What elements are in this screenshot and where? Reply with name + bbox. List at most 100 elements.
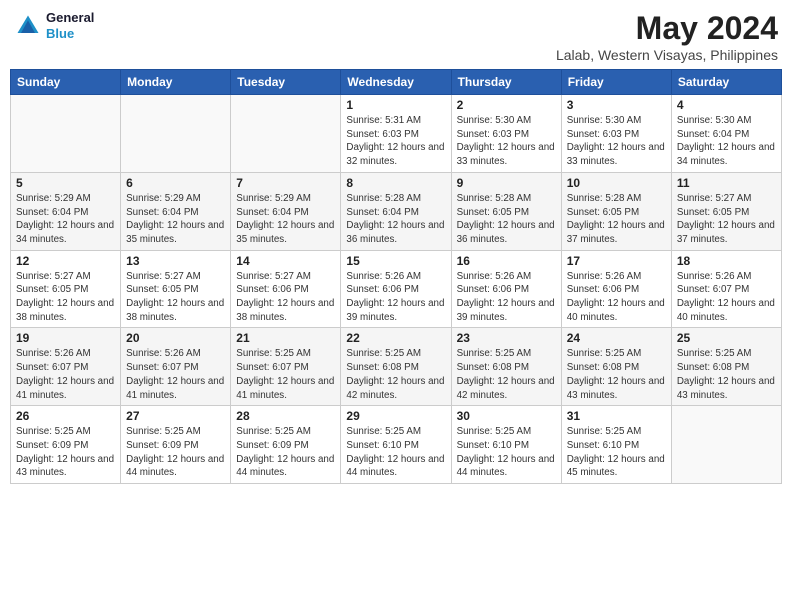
day-info: Sunrise: 5:26 AM Sunset: 6:07 PM Dayligh…: [677, 270, 776, 325]
day-number: 7: [236, 176, 335, 190]
calendar-cell: 31Sunrise: 5:25 AM Sunset: 6:10 PM Dayli…: [561, 406, 671, 484]
calendar-cell: 28Sunrise: 5:25 AM Sunset: 6:09 PM Dayli…: [231, 406, 341, 484]
day-number: 18: [677, 254, 776, 268]
day-info: Sunrise: 5:27 AM Sunset: 6:06 PM Dayligh…: [236, 270, 335, 325]
weekday-header: Monday: [121, 70, 231, 95]
day-number: 20: [126, 331, 225, 345]
calendar-cell: 26 Sunrise: 5:25 AM Sunset: 6:09 PM Dayli…: [11, 406, 121, 484]
day-number: 15: [346, 254, 445, 268]
day-number: 13: [126, 254, 225, 268]
weekday-header: Saturday: [671, 70, 781, 95]
calendar-cell: [671, 406, 781, 484]
page-subtitle: Lalab, Western Visayas, Philippines: [556, 47, 778, 63]
day-number: 30: [457, 409, 556, 423]
calendar-cell: 27Sunrise: 5:25 AM Sunset: 6:09 PM Dayli…: [121, 406, 231, 484]
weekday-header: Tuesday: [231, 70, 341, 95]
day-number: 1: [346, 98, 445, 112]
calendar-cell: 6Sunrise: 5:29 AM Sunset: 6:04 PM Daylig…: [121, 172, 231, 250]
calendar-week-row: 12 Sunrise: 5:27 AM Sunset: 6:05 PM Dayli…: [11, 250, 782, 328]
weekday-header-row: SundayMondayTuesdayWednesdayThursdayFrid…: [11, 70, 782, 95]
day-number: 28: [236, 409, 335, 423]
weekday-header: Thursday: [451, 70, 561, 95]
day-info: Sunrise: 5:25 AM Sunset: 6:10 PM Dayligh…: [346, 425, 445, 480]
day-info: Sunrise: 5:25 AM Sunset: 6:10 PM Dayligh…: [457, 425, 556, 480]
calendar-cell: 29 Sunrise: 5:25 AM Sunset: 6:10 PM Dayli…: [341, 406, 451, 484]
calendar-cell: 7 Sunrise: 5:29 AM Sunset: 6:04 PM Daylig…: [231, 172, 341, 250]
day-info: Sunrise: 5:25 AM Sunset: 6:07 PM Dayligh…: [236, 347, 335, 402]
title-block: May 2024 Lalab, Western Visayas, Philipp…: [556, 10, 778, 63]
day-info: Sunrise: 5:25 AM Sunset: 6:09 PM Dayligh…: [16, 425, 115, 480]
calendar-table: SundayMondayTuesdayWednesdayThursdayFrid…: [10, 69, 782, 484]
calendar-cell: 15 Sunrise: 5:26 AM Sunset: 6:06 PM Dayli…: [341, 250, 451, 328]
day-number: 17: [567, 254, 666, 268]
day-number: 14: [236, 254, 335, 268]
day-info: Sunrise: 5:27 AM Sunset: 6:05 PM Dayligh…: [16, 270, 115, 325]
calendar-cell: [231, 95, 341, 173]
day-number: 19: [16, 331, 115, 345]
day-info: Sunrise: 5:29 AM Sunset: 6:04 PM Dayligh…: [16, 192, 115, 247]
calendar-cell: 1 Sunrise: 5:31 AM Sunset: 6:03 PM Daylig…: [341, 95, 451, 173]
day-number: 27: [126, 409, 225, 423]
calendar-cell: 30 Sunrise: 5:25 AM Sunset: 6:10 PM Dayli…: [451, 406, 561, 484]
day-info: Sunrise: 5:29 AM Sunset: 6:04 PM Dayligh…: [236, 192, 335, 247]
day-info: Sunrise: 5:26 AM Sunset: 6:06 PM Dayligh…: [567, 270, 666, 325]
day-number: 29: [346, 409, 445, 423]
day-info: Sunrise: 5:26 AM Sunset: 6:07 PM Dayligh…: [16, 347, 115, 402]
calendar-cell: 8 Sunrise: 5:28 AM Sunset: 6:04 PM Daylig…: [341, 172, 451, 250]
day-info: Sunrise: 5:30 AM Sunset: 6:03 PM Dayligh…: [567, 114, 666, 169]
day-info: Sunrise: 5:30 AM Sunset: 6:03 PM Dayligh…: [457, 114, 556, 169]
day-number: 6: [126, 176, 225, 190]
day-number: 3: [567, 98, 666, 112]
day-number: 8: [346, 176, 445, 190]
day-number: 11: [677, 176, 776, 190]
day-number: 23: [457, 331, 556, 345]
calendar-cell: 22Sunrise: 5:25 AM Sunset: 6:08 PM Dayli…: [341, 328, 451, 406]
weekday-header: Friday: [561, 70, 671, 95]
calendar-cell: 9 Sunrise: 5:28 AM Sunset: 6:05 PM Daylig…: [451, 172, 561, 250]
calendar-cell: 5Sunrise: 5:29 AM Sunset: 6:04 PM Daylig…: [11, 172, 121, 250]
weekday-header: Sunday: [11, 70, 121, 95]
day-number: 21: [236, 331, 335, 345]
calendar-cell: 20Sunrise: 5:26 AM Sunset: 6:07 PM Dayli…: [121, 328, 231, 406]
day-number: 26: [16, 409, 115, 423]
day-info: Sunrise: 5:27 AM Sunset: 6:05 PM Dayligh…: [677, 192, 776, 247]
day-info: Sunrise: 5:28 AM Sunset: 6:05 PM Dayligh…: [567, 192, 666, 247]
page-title: May 2024: [556, 10, 778, 47]
day-info: Sunrise: 5:28 AM Sunset: 6:05 PM Dayligh…: [457, 192, 556, 247]
logo-icon: [14, 12, 42, 40]
calendar-cell: 3 Sunrise: 5:30 AM Sunset: 6:03 PM Daylig…: [561, 95, 671, 173]
day-number: 12: [16, 254, 115, 268]
calendar-cell: 11 Sunrise: 5:27 AM Sunset: 6:05 PM Dayli…: [671, 172, 781, 250]
day-info: Sunrise: 5:31 AM Sunset: 6:03 PM Dayligh…: [346, 114, 445, 169]
calendar-cell: [11, 95, 121, 173]
day-info: Sunrise: 5:27 AM Sunset: 6:05 PM Dayligh…: [126, 270, 225, 325]
calendar-cell: 21 Sunrise: 5:25 AM Sunset: 6:07 PM Dayli…: [231, 328, 341, 406]
day-info: Sunrise: 5:26 AM Sunset: 6:06 PM Dayligh…: [457, 270, 556, 325]
day-number: 2: [457, 98, 556, 112]
calendar-week-row: 5Sunrise: 5:29 AM Sunset: 6:04 PM Daylig…: [11, 172, 782, 250]
calendar-cell: 4 Sunrise: 5:30 AM Sunset: 6:04 PM Daylig…: [671, 95, 781, 173]
day-info: Sunrise: 5:28 AM Sunset: 6:04 PM Dayligh…: [346, 192, 445, 247]
calendar-cell: 19 Sunrise: 5:26 AM Sunset: 6:07 PM Dayli…: [11, 328, 121, 406]
day-number: 16: [457, 254, 556, 268]
calendar-cell: 16 Sunrise: 5:26 AM Sunset: 6:06 PM Dayli…: [451, 250, 561, 328]
calendar-cell: 25Sunrise: 5:25 AM Sunset: 6:08 PM Dayli…: [671, 328, 781, 406]
day-info: Sunrise: 5:25 AM Sunset: 6:08 PM Dayligh…: [346, 347, 445, 402]
day-number: 25: [677, 331, 776, 345]
page-header: General Blue May 2024 Lalab, Western Vis…: [10, 10, 782, 63]
calendar-week-row: 26 Sunrise: 5:25 AM Sunset: 6:09 PM Dayli…: [11, 406, 782, 484]
calendar-cell: 23Sunrise: 5:25 AM Sunset: 6:08 PM Dayli…: [451, 328, 561, 406]
calendar-cell: 17 Sunrise: 5:26 AM Sunset: 6:06 PM Dayli…: [561, 250, 671, 328]
day-info: Sunrise: 5:30 AM Sunset: 6:04 PM Dayligh…: [677, 114, 776, 169]
logo: General Blue: [14, 10, 94, 41]
day-number: 9: [457, 176, 556, 190]
day-number: 10: [567, 176, 666, 190]
calendar-cell: [121, 95, 231, 173]
calendar-cell: 13 Sunrise: 5:27 AM Sunset: 6:05 PM Dayli…: [121, 250, 231, 328]
logo-text: General Blue: [46, 10, 94, 41]
day-info: Sunrise: 5:26 AM Sunset: 6:06 PM Dayligh…: [346, 270, 445, 325]
weekday-header: Wednesday: [341, 70, 451, 95]
calendar-cell: 2 Sunrise: 5:30 AM Sunset: 6:03 PM Daylig…: [451, 95, 561, 173]
day-number: 4: [677, 98, 776, 112]
calendar-cell: 12 Sunrise: 5:27 AM Sunset: 6:05 PM Dayli…: [11, 250, 121, 328]
